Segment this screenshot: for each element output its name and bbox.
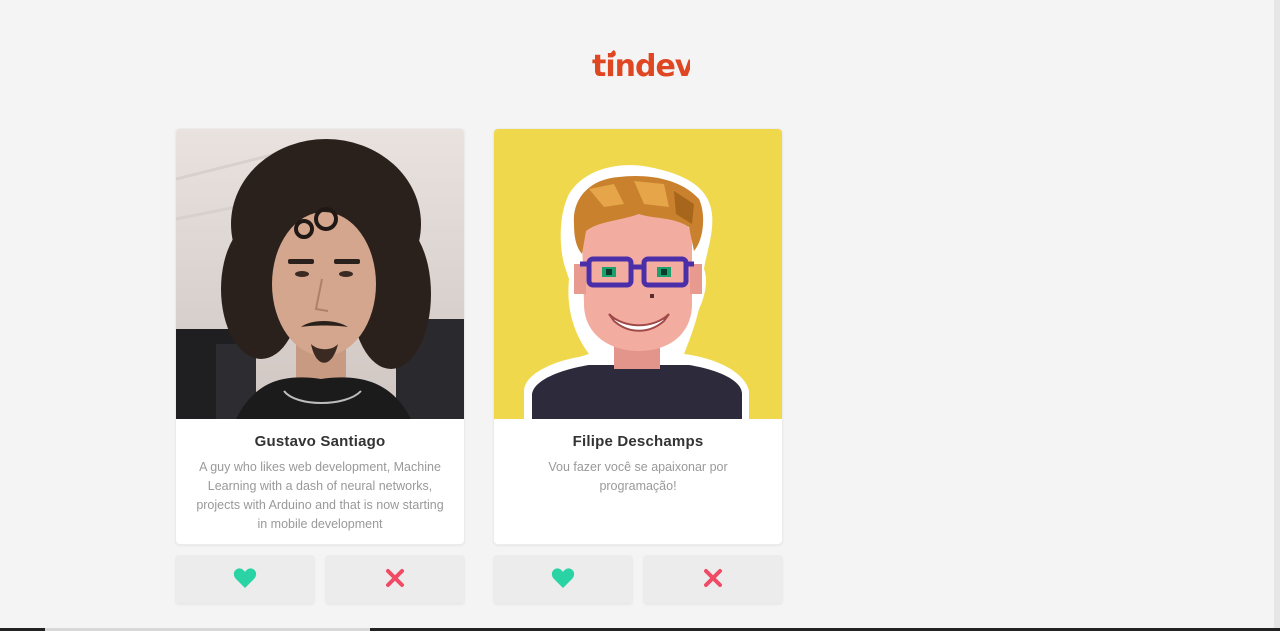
- scrollbar-track[interactable]: [1274, 0, 1280, 628]
- developer-avatar: [176, 129, 464, 419]
- card-actions: [493, 555, 783, 603]
- close-icon: [385, 568, 405, 591]
- developer-bio: Vou fazer você se apaixonar por programa…: [548, 460, 728, 493]
- developer-card: Filipe Deschamps Vou fazer você se apaix…: [493, 128, 783, 603]
- developer-card-body: Gustavo Santiago A guy who likes web dev…: [175, 128, 465, 545]
- developer-card: Gustavo Santiago A guy who likes web dev…: [175, 128, 465, 603]
- logo-text: tindev: [592, 49, 690, 82]
- heart-icon: [551, 567, 575, 592]
- developer-name: Filipe Deschamps: [572, 433, 704, 450]
- like-button[interactable]: [175, 555, 315, 603]
- developer-list: Gustavo Santiago A guy who likes web dev…: [175, 128, 783, 603]
- dislike-button[interactable]: [325, 555, 465, 603]
- developer-card-body: Filipe Deschamps Vou fazer você se apaix…: [493, 128, 783, 545]
- heart-icon: [233, 567, 257, 592]
- tindev-logo: tindev: [590, 42, 696, 84]
- dislike-button[interactable]: [643, 555, 783, 603]
- developer-name: Gustavo Santiago: [254, 433, 386, 450]
- developer-bio: A guy who likes web development, Machine…: [196, 460, 444, 531]
- close-icon: [703, 568, 723, 591]
- developer-avatar: [494, 129, 782, 419]
- like-button[interactable]: [493, 555, 633, 603]
- card-actions: [175, 555, 465, 603]
